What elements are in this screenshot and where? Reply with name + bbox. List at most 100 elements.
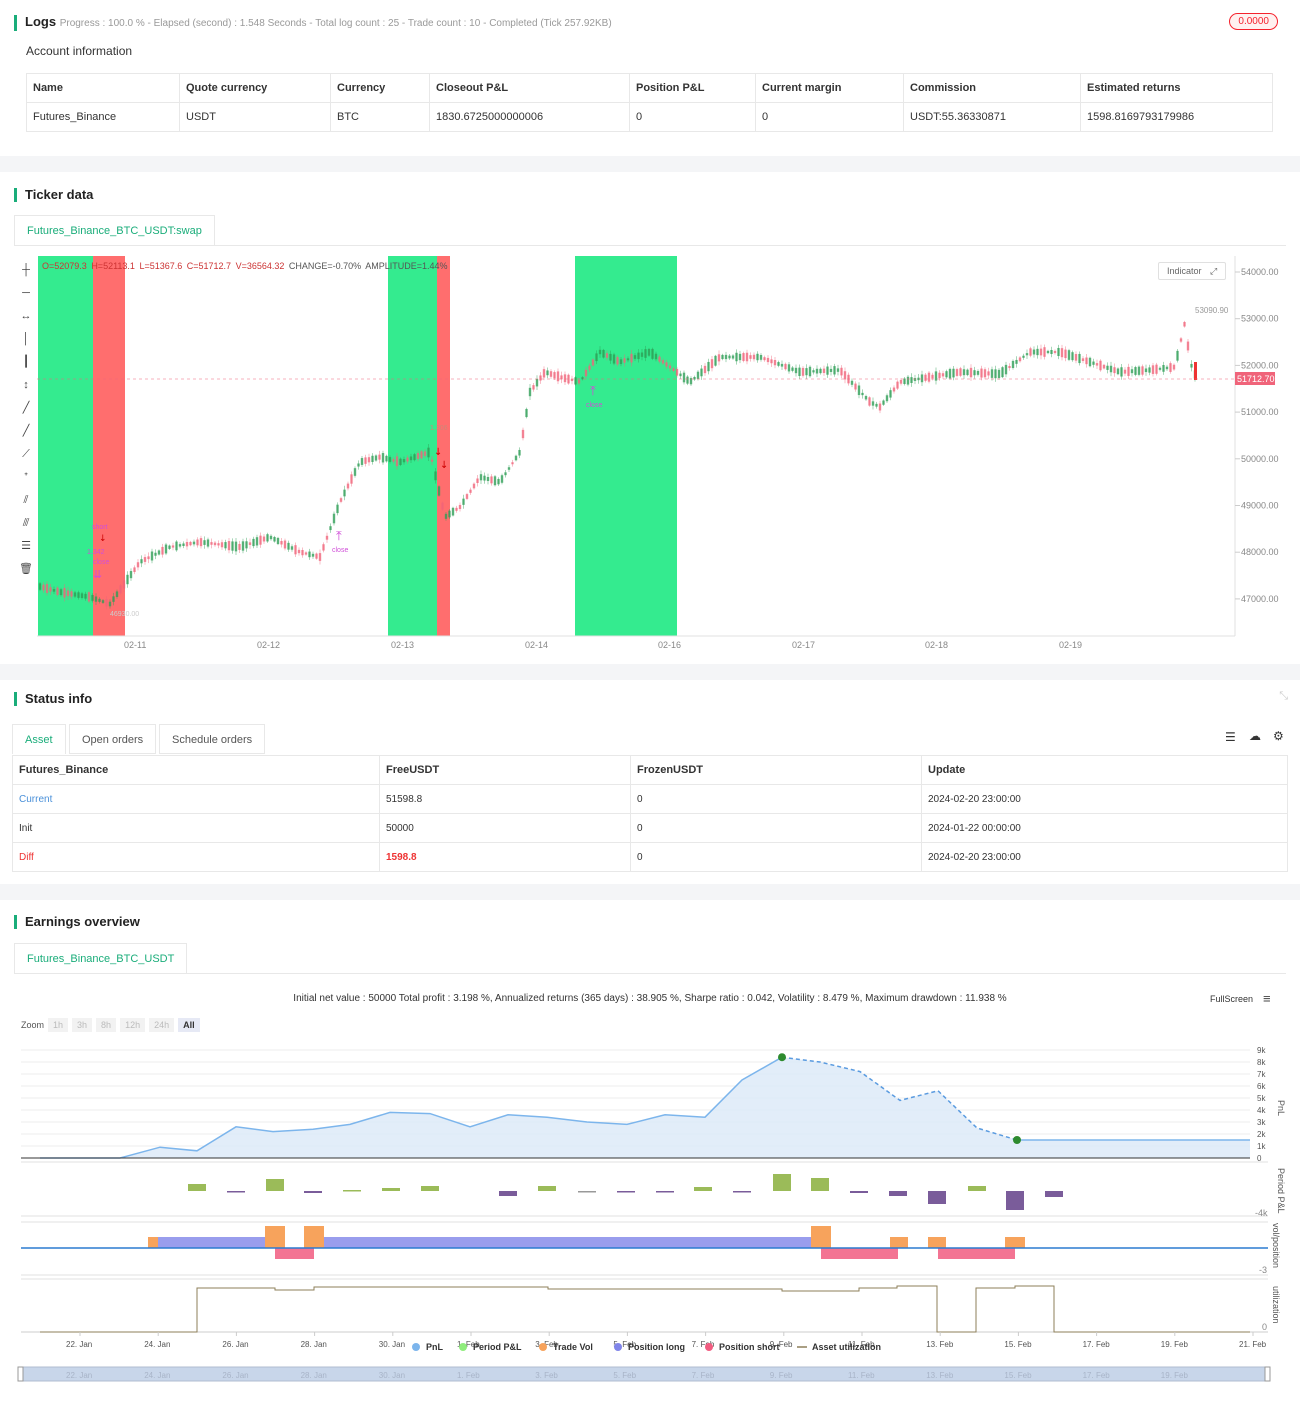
zoom-3h-button[interactable]: 3h: [72, 1018, 93, 1032]
candle-body: [525, 408, 528, 418]
candlestick-chart[interactable]: 54000.00 53000.00 52000.00 51000.00 50000.00…: [0, 252, 1300, 664]
candle-body: [591, 359, 595, 366]
candle-body: [1190, 363, 1193, 368]
candle-body: [1015, 359, 1018, 364]
tab-divider: [14, 245, 1286, 246]
cloud-download-icon[interactable]: ☁: [1249, 729, 1261, 743]
low-price-label: 46930.00: [110, 611, 139, 618]
candle-body: [616, 357, 619, 365]
asset-cell: Diff: [12, 842, 380, 872]
ohlc-close: C=51712.7: [187, 261, 231, 271]
candle-body: [164, 544, 168, 554]
candle-body: [983, 369, 987, 378]
legend-item[interactable]: Position short: [719, 1342, 780, 1352]
zoom-24h-button[interactable]: 24h: [149, 1018, 175, 1032]
period-pnl-bar: [578, 1191, 596, 1193]
candle-body: [136, 562, 140, 568]
candle-body: [749, 355, 752, 359]
candle-body: [1113, 367, 1116, 374]
candle-body: [990, 369, 994, 378]
candle-body: [248, 542, 252, 545]
candle-body: [882, 400, 885, 405]
candle-body: [290, 546, 294, 550]
period-pnl-bar: [538, 1186, 556, 1191]
indicator-button[interactable]: Indicator ⤢: [1158, 262, 1227, 280]
candle-body: [997, 369, 1001, 379]
zoom-8h-button[interactable]: 8h: [96, 1018, 117, 1032]
candle-body: [437, 486, 441, 496]
candle-body: [1036, 348, 1039, 356]
navigator-right-handle[interactable]: [1264, 1366, 1271, 1382]
zoom-12h-button[interactable]: 12h: [120, 1018, 146, 1032]
candle-body: [140, 559, 143, 564]
account-cell: USDT: [179, 102, 331, 132]
x-axis-label: 28. Jan: [301, 1340, 327, 1349]
menu-icon[interactable]: ≡: [1263, 991, 1271, 1006]
navigator-label: 9. Feb: [770, 1371, 793, 1380]
x-axis-label: 24. Jan: [144, 1340, 170, 1349]
candle-body: [626, 358, 630, 361]
navigator-left-handle[interactable]: [17, 1366, 24, 1382]
candle-body: [1165, 366, 1169, 370]
ohlc-readout: O=52079.3 H=52113.1 L=51367.6 C=51712.7 …: [42, 261, 447, 271]
candle-body: [602, 349, 605, 358]
legend-item[interactable]: Asset utilization: [812, 1342, 881, 1352]
legend-item[interactable]: PnL: [426, 1342, 444, 1352]
tab-ticker-symbol[interactable]: Futures_Binance_BTC_USDT:swap: [14, 215, 215, 245]
candle-body: [154, 552, 157, 556]
legend-item[interactable]: Trade Vol: [553, 1342, 593, 1352]
logs-panel: Logs Progress : 100.0 % - Elapsed (secon…: [0, 0, 1300, 156]
candle-body: [724, 354, 728, 360]
position-long-bar: [158, 1237, 274, 1248]
candle-body: [906, 376, 910, 385]
candle-body: [1134, 367, 1137, 375]
gear-icon[interactable]: ⚙: [1273, 729, 1284, 743]
legend-item[interactable]: Period P&L: [473, 1342, 522, 1352]
close-panel-icon[interactable]: ⤡: [1279, 690, 1288, 703]
pnl-tick-label: 4k: [1257, 1106, 1266, 1115]
tab-earnings-symbol[interactable]: Futures_Binance_BTC_USDT: [14, 943, 188, 973]
candle-body: [511, 462, 514, 465]
period-pnl-bar: [968, 1186, 986, 1191]
candle-body: [126, 574, 129, 585]
candle-body: [612, 354, 616, 364]
candle-body: [815, 368, 819, 374]
trade-vol-bar: [890, 1237, 908, 1248]
tab-open-orders[interactable]: Open orders: [69, 724, 157, 754]
candle-body: [178, 544, 182, 547]
candle-body: [658, 356, 661, 362]
candle-body: [518, 449, 521, 456]
zoom-1h-button[interactable]: 1h: [48, 1018, 69, 1032]
ppl-axis-tick: -4k: [1255, 1208, 1268, 1218]
period-pnl-bar: [266, 1179, 284, 1191]
candle-body: [647, 348, 651, 356]
candle-body: [595, 353, 598, 362]
candle-body: [588, 365, 591, 370]
tab-asset[interactable]: Asset: [12, 724, 66, 754]
candle-body: [220, 542, 224, 548]
candle-body: [819, 368, 822, 374]
candle-body: [444, 513, 448, 519]
logs-title: Logs Progress : 100.0 % - Elapsed (secon…: [14, 15, 612, 31]
candle-body: [483, 475, 486, 481]
candle-body: [875, 403, 878, 407]
candle-body: [189, 541, 192, 546]
zoom-all-button[interactable]: All: [178, 1018, 200, 1032]
tab-schedule-orders[interactable]: Schedule orders: [159, 724, 266, 754]
date-label: 02-13: [391, 640, 414, 650]
list-icon[interactable]: ☰: [1225, 730, 1236, 744]
candle-body: [686, 376, 689, 384]
candle-body: [899, 379, 903, 384]
legend-item[interactable]: Position long: [628, 1342, 685, 1352]
fullscreen-button[interactable]: FullScreen: [1210, 994, 1253, 1004]
candle-body: [861, 392, 864, 396]
fullscreen-label: FullScreen: [1210, 994, 1254, 1004]
earnings-chart[interactable]: 9k 8k 7k 6k 5k 4k 3k 2k 1k 0 PnL -4k Period P&L -…: [0, 1036, 1300, 1396]
candle-body: [1141, 366, 1144, 375]
candle-body: [1011, 360, 1015, 369]
candle-body: [994, 369, 997, 379]
candle-body: [217, 543, 220, 546]
ohlc-low: L=51367.6: [139, 261, 182, 271]
navigator-label: 15. Feb: [1004, 1371, 1032, 1380]
candle-body: [245, 541, 248, 549]
